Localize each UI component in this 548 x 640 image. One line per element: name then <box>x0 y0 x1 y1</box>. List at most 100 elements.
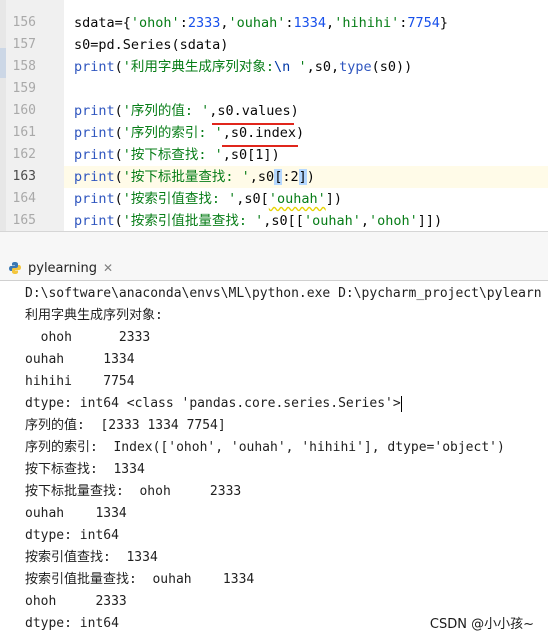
line-number[interactable]: 160 <box>0 100 36 122</box>
code-token: 'ohoh' <box>368 213 418 229</box>
code-token: '按下标批量查找: ' <box>122 169 250 185</box>
line-number[interactable]: 157 <box>0 34 36 56</box>
console-line: hihihi 7754 <box>25 371 542 393</box>
console-line-text: D:\software\anaconda\envs\ML\python.exe … <box>25 286 542 301</box>
console-line: 序列的值: [2333 1334 7754] <box>25 415 542 437</box>
code-token: s0=pd.Series(sdata) <box>74 37 229 53</box>
code-token: print <box>74 59 115 75</box>
line-number[interactable]: 163 <box>0 166 36 188</box>
code-token: ( <box>114 191 123 207</box>
code-token: type <box>339 59 372 75</box>
run-tab[interactable]: pylearning ✕ <box>0 256 121 280</box>
console-line-text: 按索引值查找: 1334 <box>25 550 158 565</box>
code-token: '按索引值查找: ' <box>122 191 237 207</box>
code-line[interactable]: print('按索引值批量查找: ',s0[['ouhah','ohoh']]) <box>74 210 448 231</box>
code-token: ,s0 <box>249 169 275 185</box>
code-token: ]]) <box>417 213 443 229</box>
code-token: ( <box>114 59 123 75</box>
python-icon <box>9 262 21 274</box>
code-token: ( <box>114 103 123 119</box>
code-token: 2333 <box>187 15 221 31</box>
line-number[interactable]: 156 <box>0 12 36 34</box>
code-token: print <box>74 147 115 163</box>
code-token: : <box>179 15 188 31</box>
code-token: sdata={ <box>74 15 131 31</box>
run-tab-label: pylearning <box>28 260 97 276</box>
line-number[interactable]: 158 <box>0 56 36 78</box>
code-token: ,s0.values) <box>209 103 299 119</box>
code-token: '序列的索引: ' <box>122 125 223 141</box>
code-line[interactable]: print('按下标查找: ',s0[1]) <box>74 144 448 166</box>
console-line: 按索引值批量查找: ouhah 1334 <box>25 569 542 591</box>
code-token: ] <box>298 169 307 185</box>
code-line[interactable]: print('序列的索引: ',s0.index) <box>74 122 448 144</box>
line-number[interactable]: 164 <box>0 188 36 210</box>
code-line[interactable] <box>74 78 448 100</box>
console-line: 序列的索引: Index(['ohoh', 'ouhah', 'hihihi']… <box>25 437 542 459</box>
console-output: D:\software\anaconda\envs\ML\python.exe … <box>25 283 542 635</box>
code-token: 1334 <box>293 15 327 31</box>
code-line[interactable]: sdata={'ohoh':2333,'ouhah':1334,'hihihi'… <box>74 12 448 34</box>
console-line: ohoh 2333 <box>25 591 542 613</box>
code-token: ( <box>114 213 123 229</box>
console-line: ouhah 1334 <box>25 503 542 525</box>
console-line-text: 序列的值: [2333 1334 7754] <box>25 418 226 433</box>
code-token: 'ohoh' <box>130 15 180 31</box>
code-token: \n <box>274 59 291 75</box>
code-editor[interactable]: 156 157 158 159 160 161 162 163 164 165 sdata={'o… <box>0 0 548 231</box>
code-line[interactable]: s0=pd.Series(sdata) <box>74 34 448 56</box>
console-line: 按索引值查找: 1334 <box>25 547 542 569</box>
code-token: ,s0.index) <box>222 125 305 141</box>
line-numbers: 156 157 158 159 160 161 162 163 164 165 <box>0 12 36 231</box>
console-line: dtype: int64 <class 'pandas.core.series.… <box>25 393 542 415</box>
console-line-text: hihihi 7754 <box>25 374 135 389</box>
code-token: 'ouhah' <box>228 15 286 31</box>
console-line-text: ohoh 2333 <box>25 594 127 609</box>
console-line: 按下标查找: 1334 <box>25 459 542 481</box>
console-line-text: 利用字典生成序列对象: <box>25 308 163 323</box>
annotation-underline-values <box>212 123 294 125</box>
code-token: 'hihihi' <box>334 15 400 31</box>
console-line: dtype: int64 <box>25 525 542 547</box>
code-token: ( <box>114 147 123 163</box>
code-line[interactable]: print('利用字典生成序列对象:\n ',s0,type(s0)) <box>74 56 448 78</box>
line-number[interactable]: 159 <box>0 78 36 100</box>
text-caret <box>400 395 402 412</box>
code-token: , <box>360 213 369 229</box>
console-line-text: dtype: int64 <class 'pandas.core.series.… <box>25 396 401 411</box>
console-line-text: dtype: int64 <box>25 528 119 543</box>
code-token: ' <box>290 59 307 75</box>
console-line: ouhah 1334 <box>25 349 542 371</box>
code-token: (s0)) <box>371 59 413 75</box>
code-token: print <box>74 191 115 207</box>
code-token: print <box>74 169 115 185</box>
line-number[interactable]: 162 <box>0 144 36 166</box>
panel-divider[interactable] <box>0 231 548 256</box>
run-toolbar: pylearning ✕ <box>0 256 548 281</box>
code-token: ,s0[ <box>236 191 269 207</box>
console-line-text: dtype: int64 <box>25 616 119 631</box>
console-line-text: ouhah 1334 <box>25 506 127 521</box>
code-token: :2 <box>282 169 299 185</box>
annotation-underline-index <box>222 145 298 147</box>
close-icon[interactable]: ✕ <box>103 261 113 275</box>
code-line[interactable]: print('按下标批量查找: ',s0[:2]) <box>74 166 448 188</box>
console-line-text: 序列的索引: Index(['ohoh', 'ouhah', 'hihihi']… <box>25 440 505 455</box>
run-console[interactable]: D:\software\anaconda\envs\ML\python.exe … <box>0 281 548 640</box>
code-token: '按下标查找: ' <box>122 147 223 163</box>
console-line: ohoh 2333 <box>25 327 542 349</box>
code-token: 'ouhah' <box>303 213 361 229</box>
code-token: ,s0[[ <box>263 213 304 229</box>
console-line-text: 按下标查找: 1334 <box>25 462 145 477</box>
code-token: '按索引值批量查找: ' <box>122 213 264 229</box>
code-token: print <box>74 213 115 229</box>
code-line[interactable]: print('序列的值: ',s0.values) <box>74 100 448 122</box>
code-token: ]) <box>325 191 342 207</box>
line-number[interactable]: 161 <box>0 122 36 144</box>
code-token: ,s0, <box>306 59 340 75</box>
line-number[interactable]: 165 <box>0 210 36 231</box>
code-line[interactable]: print('按索引值查找: ',s0['ouhah']) <box>74 188 448 210</box>
code-lines[interactable]: sdata={'ohoh':2333,'ouhah':1334,'hihihi'… <box>74 12 448 231</box>
code-token: ) <box>306 169 315 185</box>
watermark: CSDN @小小孩~ <box>429 617 534 632</box>
